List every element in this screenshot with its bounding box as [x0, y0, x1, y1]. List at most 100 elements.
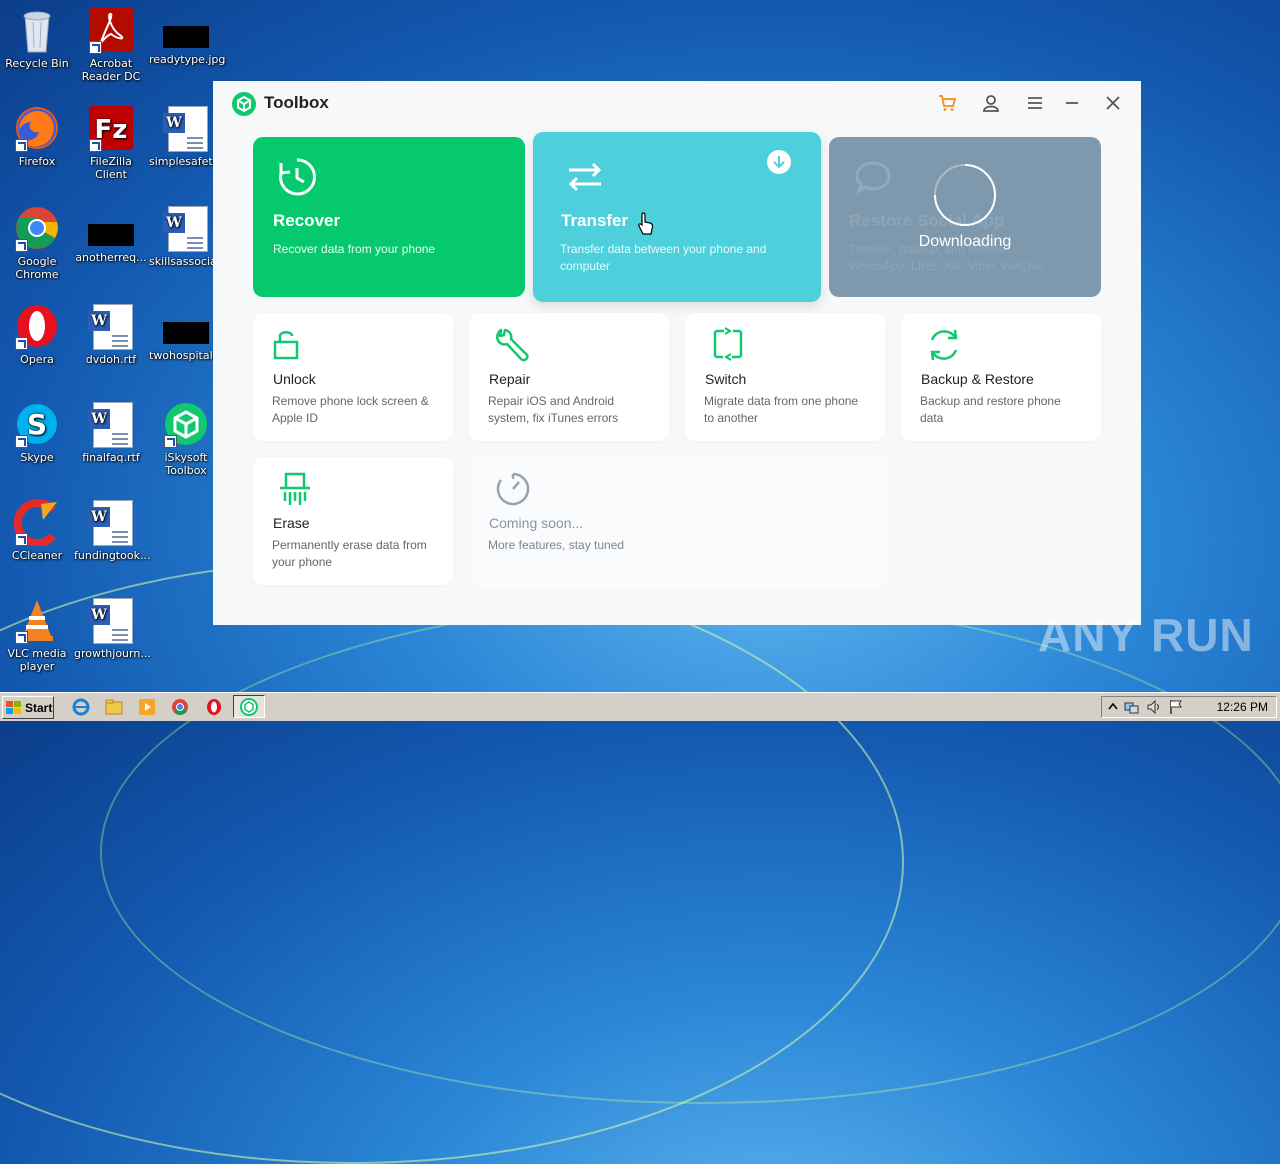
card-description: Backup and restore phone data — [920, 394, 1061, 425]
desktop-icon-label: Google Chrome — [15, 255, 59, 281]
desktop-icon-acrobat[interactable]: Acrobat Reader DC — [74, 6, 148, 83]
coming-soon-card: Coming soon... More features, stay tuned — [473, 457, 887, 589]
restore-social-app-card[interactable]: Restore Social App Transfer, backup, and… — [829, 137, 1101, 297]
desktop-icon-fundingtook[interactable]: W fundingtook... — [74, 498, 151, 562]
image-thumbnail — [163, 26, 209, 48]
desktop-icon-label: growthjourn... — [74, 647, 151, 660]
network-icon[interactable] — [1124, 699, 1140, 715]
start-button[interactable]: Start — [2, 696, 54, 719]
unlock-padlock-icon — [273, 331, 299, 360]
shortcut-arrow-icon — [15, 533, 28, 546]
shortcut-arrow-icon — [15, 435, 28, 448]
menu-button[interactable] — [1021, 91, 1049, 115]
card-description: Permanently erase data from your phone — [272, 538, 427, 569]
repair-card[interactable]: Repair Repair iOS and Android system, fi… — [469, 313, 669, 441]
chrome-icon — [13, 204, 61, 252]
desktop-icon-label: VLC media player — [7, 647, 67, 673]
toolbox-taskbar-button[interactable] — [233, 695, 265, 718]
close-icon — [1106, 96, 1120, 110]
desktop-icon-chrome[interactable]: Google Chrome — [0, 204, 74, 281]
toolbox-window: Toolbox Recover Recover data from your p… — [213, 81, 1141, 625]
desktop-icon-dvdoh[interactable]: W dvdoh.rtf — [74, 302, 148, 366]
chrome-taskbar-icon[interactable] — [171, 698, 189, 716]
desktop-icon-vlc[interactable]: VLC media player — [0, 596, 74, 673]
close-button[interactable] — [1099, 91, 1127, 115]
download-button[interactable] — [767, 150, 791, 174]
desktop-icon-skype[interactable]: S Skype — [0, 400, 74, 464]
desktop-icon-label: Firefox — [18, 155, 56, 168]
backup-restore-card[interactable]: Backup & Restore Backup and restore phon… — [901, 313, 1101, 441]
desktop-icon-label: fundingtook... — [74, 549, 151, 562]
image-thumbnail — [163, 322, 209, 344]
desktop-icon-label: Acrobat Reader DC — [81, 57, 141, 83]
history-clock-icon — [279, 158, 317, 196]
card-description: Repair iOS and Android system, fix iTune… — [488, 394, 619, 425]
card-title: Repair — [489, 371, 531, 387]
desktop-icon-twohospital[interactable]: twohospital... — [149, 302, 223, 362]
account-button[interactable] — [977, 91, 1005, 115]
desktop-icon-simplesafet[interactable]: W simplesafet... — [149, 104, 223, 168]
transfer-card[interactable]: Transfer Transfer data between your phon… — [533, 132, 821, 302]
ie-taskbar-icon[interactable] — [72, 698, 90, 716]
desktop-icon-anotherreq[interactable]: anotherreq... — [74, 204, 148, 264]
anyrun-watermark: ANY RUN — [1038, 609, 1254, 661]
desktop-icon-label: anotherreq... — [75, 251, 147, 264]
recycle-bin-icon — [13, 6, 61, 54]
desktop-icon-skillsassocia[interactable]: W skillsassocia... — [149, 204, 228, 268]
shredder-icon — [280, 472, 310, 505]
card-title: Unlock — [273, 371, 316, 387]
desktop-icon-label: dvdoh.rtf — [85, 353, 137, 366]
action-center-flag-icon[interactable] — [1168, 699, 1184, 715]
desktop-icon-opera[interactable]: Opera — [0, 302, 74, 366]
firefox-icon — [13, 104, 61, 152]
opera-icon — [13, 302, 61, 350]
desktop-icon-firefox[interactable]: Firefox — [0, 104, 74, 168]
minimize-button[interactable] — [1058, 91, 1086, 115]
desktop-icon-filezilla[interactable]: Fz FileZilla Client — [74, 104, 148, 181]
show-hidden-icons-icon[interactable] — [1108, 702, 1118, 712]
desktop-icon-label: skillsassocia... — [149, 255, 228, 268]
shortcut-arrow-icon — [15, 631, 28, 644]
desktop-icon-growthjourn[interactable]: W growthjourn... — [74, 596, 151, 660]
clock[interactable]: 12:26 PM — [1217, 700, 1268, 714]
desktop-icon-label: twohospital... — [149, 349, 224, 362]
desktop-icon-finalfaq[interactable]: W finalfaq.rtf — [74, 400, 148, 464]
shortcut-arrow-icon — [89, 139, 102, 152]
toolbox-icon — [240, 698, 258, 716]
wrench-icon — [496, 328, 529, 362]
hand-cursor-icon — [638, 212, 654, 235]
desktop-icon-label: simplesafet... — [149, 155, 224, 168]
explorer-taskbar-icon[interactable] — [105, 698, 123, 716]
volume-icon[interactable] — [1146, 699, 1162, 715]
opera-taskbar-icon[interactable] — [205, 698, 223, 716]
cart-button[interactable] — [933, 91, 961, 115]
desktop-icon-label: iSkysoft Toolbox — [164, 451, 208, 477]
app-title: Toolbox — [264, 93, 329, 112]
word-document-icon: W — [162, 204, 210, 252]
desktop-icon-readytype[interactable]: readytype.jpg — [149, 6, 225, 66]
toolbox-icon — [162, 400, 210, 448]
vlc-icon — [13, 596, 61, 644]
shortcut-arrow-icon — [164, 435, 177, 448]
card-title: Transfer — [561, 211, 629, 230]
word-document-icon: W — [162, 104, 210, 152]
downloading-label: Downloading — [918, 233, 1012, 250]
unlock-card[interactable]: Unlock Remove phone lock screen & Apple … — [253, 313, 453, 441]
shortcut-arrow-icon — [15, 239, 28, 252]
desktop-icon-label: Skype — [20, 451, 54, 464]
word-document-icon: W — [87, 400, 135, 448]
timer-icon — [496, 472, 530, 506]
word-document-icon: W — [87, 596, 135, 644]
media-player-taskbar-icon[interactable] — [138, 698, 156, 716]
card-title: Erase — [273, 515, 310, 531]
desktop-icon-iskysoft[interactable]: iSkysoft Toolbox — [149, 400, 223, 477]
start-label: Start — [25, 700, 53, 715]
erase-card[interactable]: Erase Permanently erase data from your p… — [253, 457, 453, 585]
desktop-icon-ccleaner[interactable]: CCleaner — [0, 498, 74, 562]
switch-phones-icon — [713, 327, 743, 362]
card-description: Migrate data from one phone to another — [704, 394, 859, 425]
switch-card[interactable]: Switch Migrate data from one phone to an… — [685, 313, 885, 441]
desktop-icon-recycle-bin[interactable]: Recycle Bin — [0, 6, 74, 70]
card-title: Coming soon... — [489, 515, 584, 531]
recover-card[interactable]: Recover Recover data from your phone — [253, 137, 525, 297]
